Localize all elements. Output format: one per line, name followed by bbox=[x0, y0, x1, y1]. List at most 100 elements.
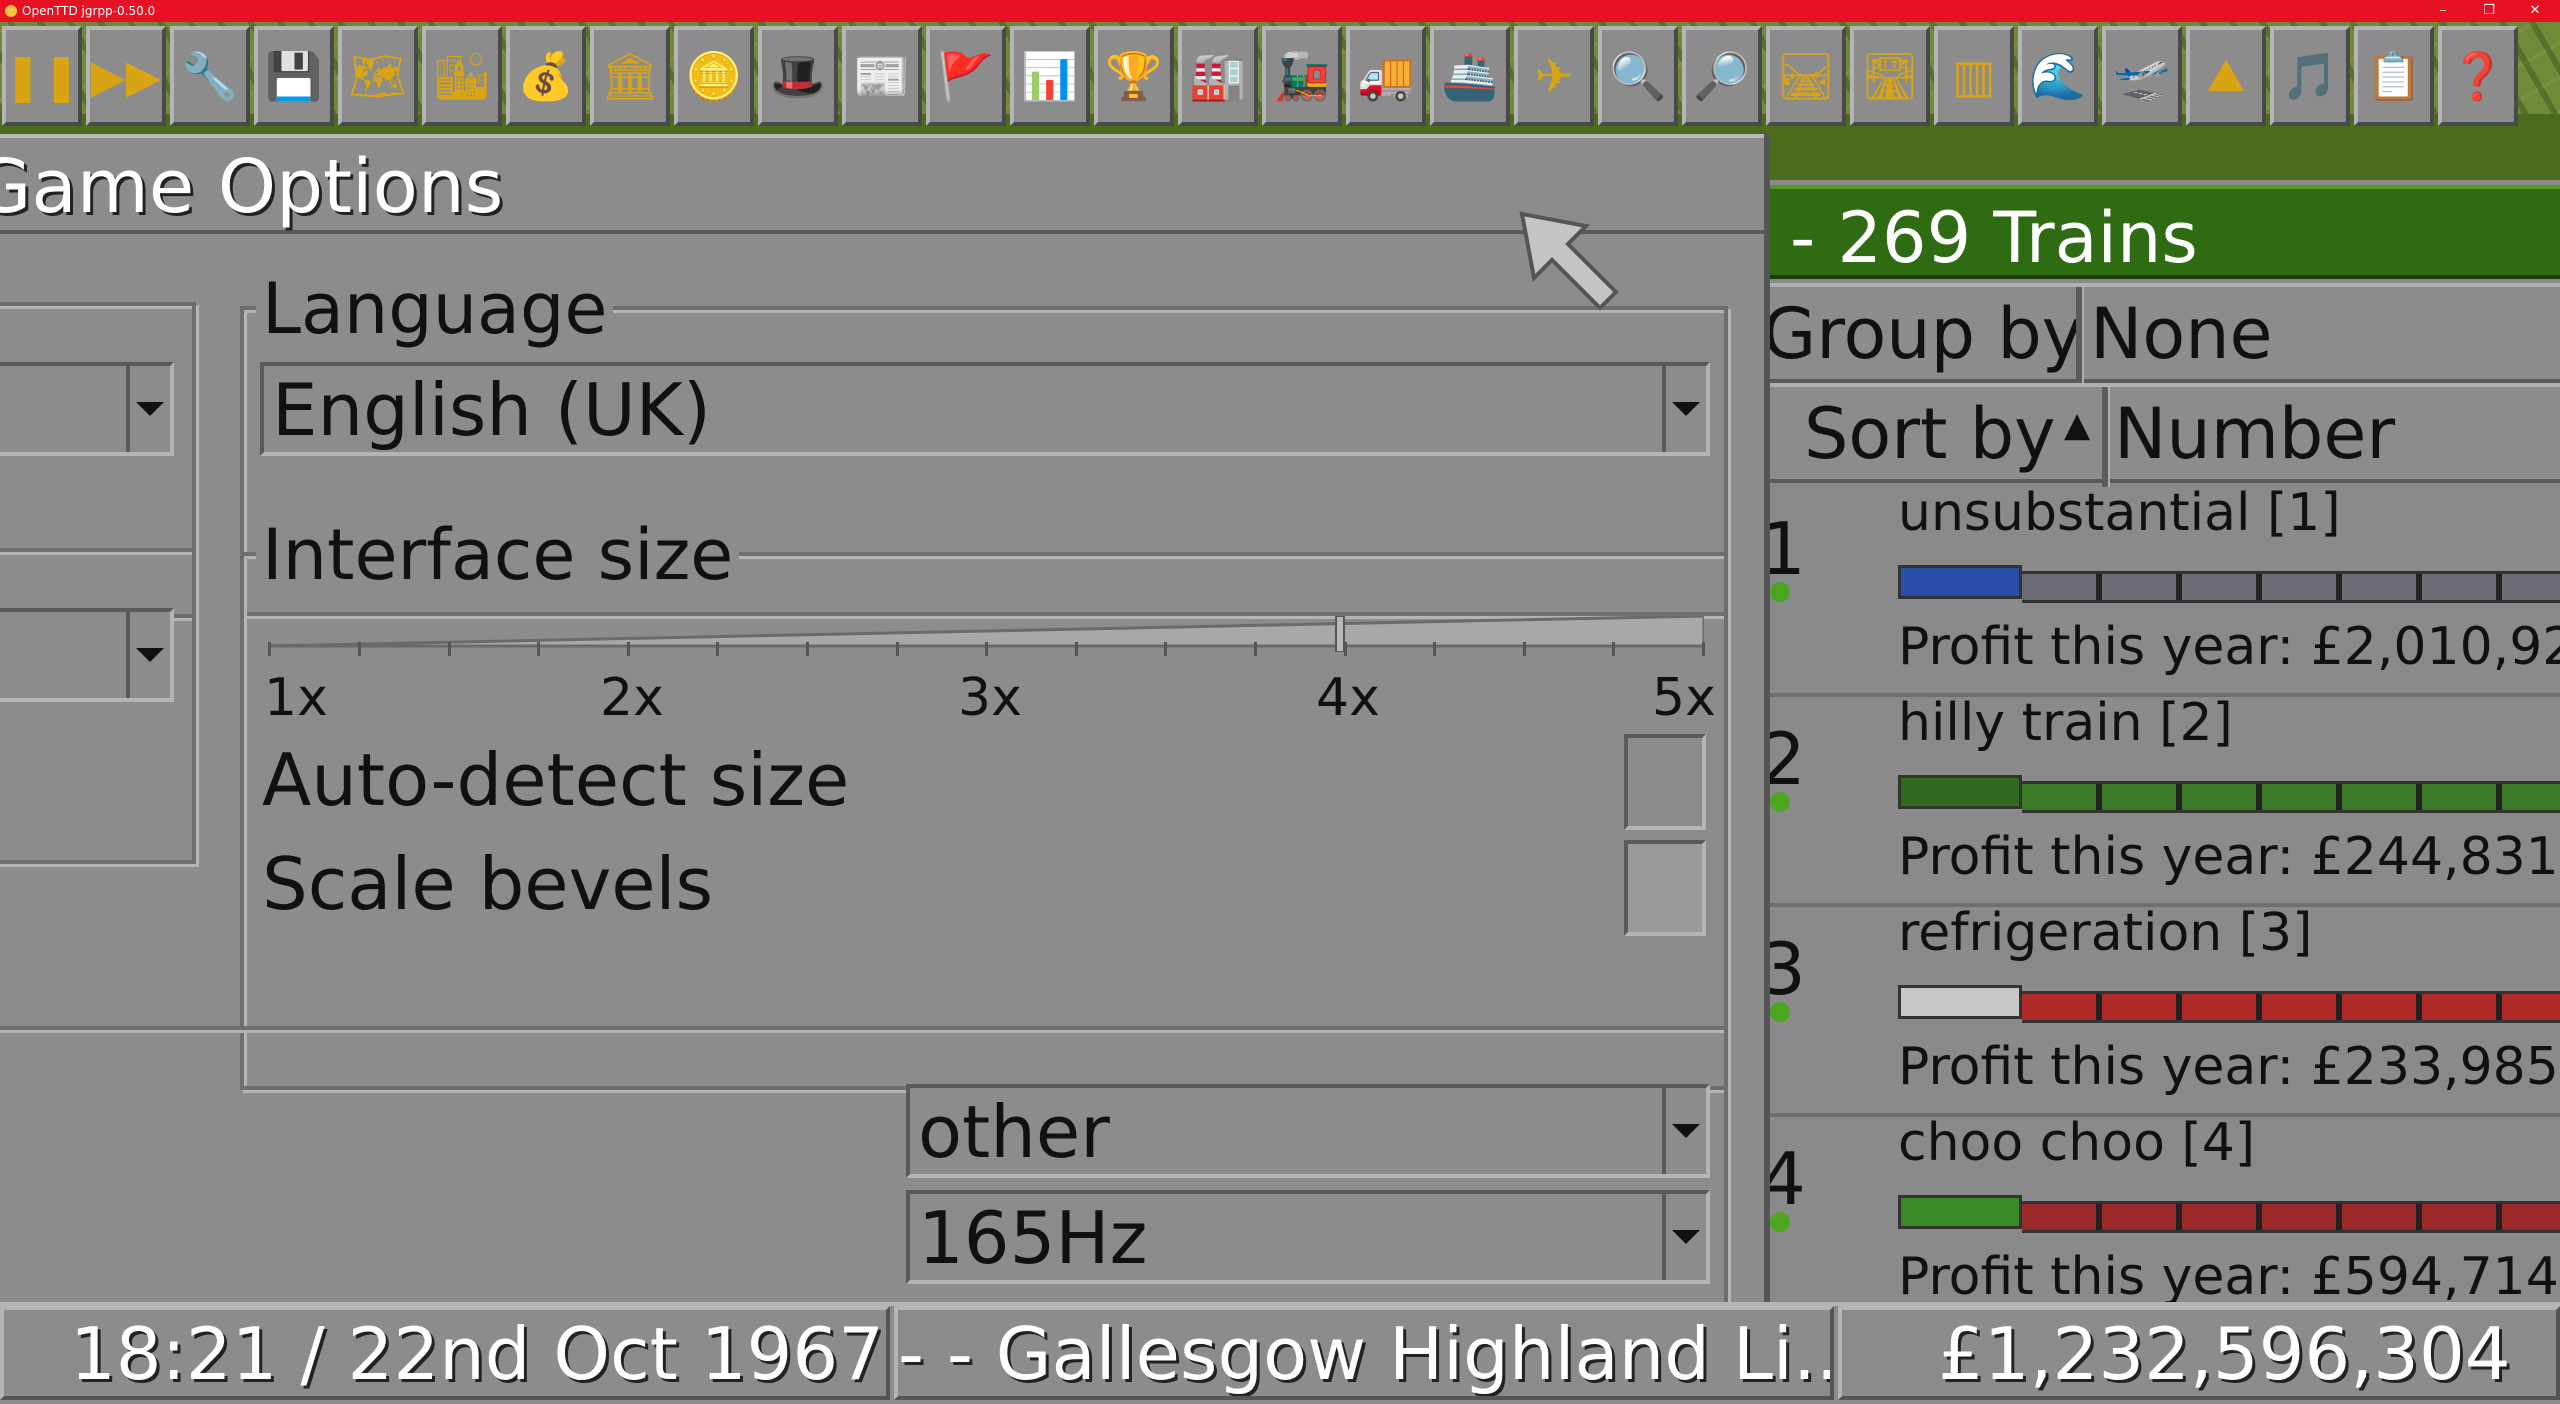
town-directory-button[interactable]: 🏙 bbox=[422, 26, 502, 126]
pause-button[interactable]: ❚❚ bbox=[2, 26, 82, 126]
language-label: Language bbox=[256, 268, 614, 350]
date-time: 18:21 / 22nd Oct 1967 bbox=[70, 1312, 884, 1396]
music-icon: 🎵 bbox=[2281, 48, 2339, 103]
close-button[interactable]: ✕ bbox=[2512, 0, 2558, 22]
train-row[interactable]: 1 unsubstantial [1] Profit this year: £2… bbox=[1768, 487, 2560, 697]
build-tramway-button[interactable]: ▥ bbox=[1934, 26, 2014, 126]
divider bbox=[2076, 287, 2084, 387]
zoom-in-button[interactable]: 🔍 bbox=[1598, 26, 1678, 126]
mouse-cursor-icon bbox=[1519, 211, 1619, 311]
dropdown-arrow-icon bbox=[126, 612, 170, 698]
stories-button[interactable]: 📰 bbox=[842, 26, 922, 126]
build-tramway-icon: ▥ bbox=[1952, 49, 1996, 103]
help-icon: ❓ bbox=[2449, 48, 2507, 103]
train-profit: Profit this year: £233,985 (la bbox=[1898, 1037, 2560, 1097]
pause-icon: ❚❚ bbox=[3, 49, 81, 103]
sort-by-row: Sort by ▲ Number bbox=[1768, 383, 2560, 487]
company-button[interactable]: 🎩 bbox=[758, 26, 838, 126]
messages-button[interactable]: 📋 bbox=[2354, 26, 2434, 126]
build-airport-button[interactable]: 🛫 bbox=[2102, 26, 2182, 126]
news-panel[interactable]: - - Gallesgow Highland Li... bbox=[894, 1306, 1834, 1400]
divider bbox=[2102, 387, 2110, 487]
locomotive-sprite bbox=[1898, 1195, 2022, 1229]
aircraft-button[interactable]: ✈ bbox=[1514, 26, 1594, 126]
stations-icon: 🏛 bbox=[600, 48, 660, 103]
trains-window-titlebar[interactable]: - 269 Trains bbox=[1768, 185, 2560, 279]
date-panel: 18:21 / 22nd Oct 1967 bbox=[0, 1306, 890, 1400]
build-railway-icon: 🛤 bbox=[1776, 48, 1836, 103]
save-button[interactable]: 💾 bbox=[254, 26, 334, 126]
sort-by-button[interactable]: Sort by bbox=[1804, 393, 2056, 475]
industries-icon: 🏭 bbox=[1189, 48, 1247, 103]
game-options-title: Game Options bbox=[0, 144, 504, 230]
auto-detect-size-checkbox[interactable] bbox=[1624, 734, 1706, 830]
train-row[interactable]: 2 hilly train [2] Profit this year: £244… bbox=[1768, 697, 2560, 907]
settings-button[interactable]: 🔧 bbox=[170, 26, 250, 126]
zoom-in-icon: 🔍 bbox=[1609, 48, 1667, 103]
subsidies-button[interactable]: 💰 bbox=[506, 26, 586, 126]
road-vehicles-button[interactable]: 🚚 bbox=[1346, 26, 1426, 126]
ships-button[interactable]: 🚢 bbox=[1430, 26, 1510, 126]
map-button[interactable]: 🗺 bbox=[338, 26, 418, 126]
zoom-out-button[interactable]: 🔎 bbox=[1682, 26, 1762, 126]
dropdown-arrow-icon bbox=[1662, 1194, 1706, 1280]
tick-1x: 1x bbox=[264, 668, 328, 728]
messages-icon: 📋 bbox=[2365, 48, 2423, 103]
fast-forward-button[interactable]: ▶▶ bbox=[86, 26, 166, 126]
train-name: hilly train [2] bbox=[1898, 697, 2233, 753]
window-title: OpenTTD jgrpp-0.50.0 bbox=[22, 4, 156, 18]
tick-3x: 3x bbox=[958, 668, 1022, 728]
restore-button[interactable]: ❐ bbox=[2466, 0, 2512, 22]
build-railway-button[interactable]: 🛤 bbox=[1766, 26, 1846, 126]
group-by-dropdown[interactable]: None bbox=[2090, 293, 2273, 375]
graphics-dropdown-value: other bbox=[918, 1090, 1110, 1174]
build-waterways-icon: 🌊 bbox=[2029, 48, 2087, 103]
graphs-icon: 📊 bbox=[1021, 48, 1079, 103]
train-name: choo choo [4] bbox=[1898, 1117, 2256, 1173]
main-toolbar: ❚❚ ▶▶ 🔧 💾 🗺 🏙 💰 🏛 🪙 🎩 📰 🚩 📊 🏆 🏭 🚂 🚚 🚢 ✈ 🔍 🔎 🛤 🛣 ▥ 🌊 🛫 ⛰ 🎵 📋 ❓ bbox=[0, 22, 2560, 126]
build-road-button[interactable]: 🛣 bbox=[1850, 26, 1930, 126]
wagons-sprite bbox=[2022, 571, 2560, 603]
currency-dropdown[interactable] bbox=[0, 362, 174, 456]
build-airport-icon: 🛫 bbox=[2113, 48, 2171, 103]
train-consist bbox=[1898, 1195, 2560, 1233]
trains-button[interactable]: 🚂 bbox=[1262, 26, 1342, 126]
train-row[interactable]: 3 refrigeration [3] Profit this year: £2… bbox=[1768, 907, 2560, 1117]
group-by-label: Group by bbox=[1762, 293, 2084, 375]
company-icon: 🎩 bbox=[769, 48, 827, 103]
train-number: 4 bbox=[1768, 1137, 1806, 1221]
wagons-sprite bbox=[2022, 991, 2560, 1023]
build-waterways-button[interactable]: 🌊 bbox=[2018, 26, 2098, 126]
sort-by-dropdown[interactable]: Number bbox=[2114, 393, 2395, 475]
music-button[interactable]: 🎵 bbox=[2270, 26, 2350, 126]
game-options-window: Game Options Language English (UK) Inter… bbox=[0, 134, 1770, 1326]
train-row[interactable]: 4 choo choo [4] Profit this year: £594,7… bbox=[1768, 1117, 2560, 1327]
train-consist bbox=[1898, 985, 2560, 1023]
scale-bevels-checkbox[interactable] bbox=[1624, 840, 1706, 936]
trains-window-title: - 269 Trains bbox=[1790, 197, 2198, 279]
locomotive-sprite bbox=[1898, 985, 2022, 1019]
language-dropdown[interactable]: English (UK) bbox=[260, 362, 1710, 456]
graphs-button[interactable]: 📊 bbox=[1010, 26, 1090, 126]
landscaping-button[interactable]: ⛰ bbox=[2186, 26, 2266, 126]
industries-button[interactable]: 🏭 bbox=[1178, 26, 1258, 126]
locomotive-sprite bbox=[1898, 775, 2022, 809]
os-title-bar: OpenTTD jgrpp-0.50.0 – ❐ ✕ bbox=[0, 0, 2560, 22]
finances-button[interactable]: 🪙 bbox=[674, 26, 754, 126]
help-button[interactable]: ❓ bbox=[2438, 26, 2518, 126]
train-profit: Profit this year: £2,010,921 ( bbox=[1898, 617, 2560, 677]
stations-button[interactable]: 🏛 bbox=[590, 26, 670, 126]
game-options-titlebar[interactable]: Game Options bbox=[0, 134, 1764, 234]
group-by-row: Group by None bbox=[1762, 283, 2560, 387]
goals-button[interactable]: 🚩 bbox=[926, 26, 1006, 126]
save-icon: 💾 bbox=[265, 48, 323, 103]
dropdown-arrow-icon bbox=[1662, 1088, 1706, 1174]
autosave-dropdown[interactable] bbox=[0, 608, 174, 702]
money-panel[interactable]: £1,232,596,304 bbox=[1838, 1306, 2560, 1400]
refresh-rate-dropdown[interactable]: 165Hz bbox=[906, 1190, 1710, 1284]
slider-handle[interactable] bbox=[1335, 616, 1345, 652]
league-button[interactable]: 🏆 bbox=[1094, 26, 1174, 126]
graphics-dropdown[interactable]: other bbox=[906, 1084, 1710, 1178]
minimize-button[interactable]: – bbox=[2420, 0, 2466, 22]
news-ticker: - - Gallesgow Highland Li... bbox=[898, 1312, 1834, 1396]
